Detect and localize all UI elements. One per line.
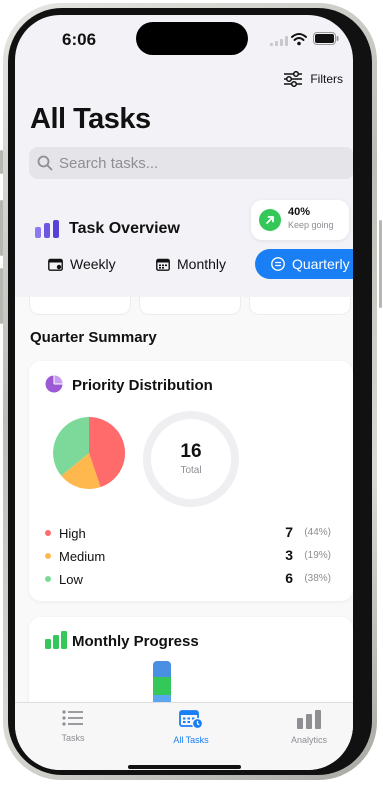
legend-name: Medium bbox=[59, 549, 106, 564]
legend-count: 6 bbox=[285, 570, 293, 586]
status-bar: 6:06 bbox=[15, 15, 353, 65]
total-ring: 16 Total bbox=[143, 411, 239, 507]
tab-tasks[interactable]: Tasks bbox=[33, 709, 113, 743]
legend-percent: (44%) bbox=[304, 527, 331, 538]
legend-count: 3 bbox=[285, 547, 293, 563]
arrow-up-right-icon bbox=[266, 216, 274, 224]
priority-distribution-card: Priority Distribution 16 Total High 7 (4… bbox=[29, 361, 353, 601]
calendar-icon bbox=[48, 258, 63, 271]
calendar-icon bbox=[156, 258, 170, 271]
period-quarterly[interactable]: Quarterly bbox=[255, 249, 353, 279]
tab-bar: Tasks All Tasks Analytics bbox=[15, 702, 353, 770]
legend-row-high: High 7 (44%) bbox=[43, 524, 339, 544]
legend-name: High bbox=[59, 526, 86, 541]
side-button-left-3 bbox=[0, 268, 3, 324]
content-scroll[interactable]: Quarter Summary Priority Distribution 16… bbox=[15, 297, 353, 717]
progress-caption: Keep going bbox=[288, 220, 334, 230]
side-button-right bbox=[379, 220, 382, 308]
stat-card-partial bbox=[139, 297, 241, 315]
legend-percent: (38%) bbox=[304, 573, 331, 584]
search-input[interactable]: Search tasks... bbox=[29, 147, 353, 179]
calendar-circle-icon bbox=[271, 257, 285, 271]
legend-count: 7 bbox=[285, 524, 293, 540]
period-weekly-label: Weekly bbox=[70, 256, 116, 272]
bar-chart-green-icon bbox=[45, 631, 67, 649]
legend-row-medium: Medium 3 (19%) bbox=[43, 547, 339, 567]
progress-value: 40% bbox=[288, 206, 311, 218]
progress-indicator bbox=[259, 209, 281, 231]
period-monthly[interactable]: Monthly bbox=[156, 249, 226, 279]
period-monthly-label: Monthly bbox=[177, 256, 227, 272]
status-time: 6:06 bbox=[62, 30, 97, 49]
legend-percent: (19%) bbox=[304, 550, 331, 561]
tab-tasks-label: Tasks bbox=[61, 733, 85, 743]
calendar-clock-icon bbox=[179, 710, 204, 730]
stat-card-partial bbox=[249, 297, 351, 315]
list-icon bbox=[62, 710, 83, 726]
sliders-icon bbox=[284, 71, 303, 87]
search-placeholder: Search tasks... bbox=[59, 154, 159, 172]
total-value: 16 bbox=[180, 441, 202, 462]
tab-analytics[interactable]: Analytics bbox=[269, 709, 349, 745]
tab-all-tasks[interactable]: All Tasks bbox=[151, 709, 231, 745]
dynamic-island bbox=[136, 22, 248, 55]
tab-all-tasks-label: All Tasks bbox=[173, 735, 209, 745]
side-button-left-1 bbox=[0, 150, 3, 174]
bar-segment-green bbox=[153, 677, 171, 695]
quarter-summary-title: Quarter Summary bbox=[30, 329, 157, 346]
task-overview-header: Task Overview bbox=[35, 220, 180, 238]
page-title: All Tasks bbox=[30, 103, 151, 135]
search-icon bbox=[37, 155, 53, 171]
home-indicator[interactable] bbox=[128, 765, 241, 769]
priority-distribution-title: Priority Distribution bbox=[72, 377, 213, 394]
stat-card-partial bbox=[29, 297, 131, 315]
battery-icon bbox=[313, 32, 339, 45]
monthly-progress-title: Monthly Progress bbox=[72, 633, 199, 650]
period-weekly[interactable]: Weekly bbox=[48, 249, 116, 279]
filters-label: Filters bbox=[310, 72, 343, 86]
progress-card: 40% Keep going bbox=[251, 200, 349, 240]
period-quarterly-label: Quarterly bbox=[292, 256, 350, 272]
total-label: Total bbox=[180, 465, 202, 476]
tab-analytics-label: Analytics bbox=[290, 735, 327, 745]
side-button-left-2 bbox=[0, 200, 3, 256]
task-overview-title: Task Overview bbox=[69, 220, 180, 237]
signal-icon bbox=[270, 36, 288, 46]
legend-dot-medium bbox=[45, 553, 51, 559]
legend-dot-high bbox=[45, 530, 51, 536]
legend-name: Low bbox=[59, 572, 83, 587]
filters-button[interactable]: Filters bbox=[283, 71, 343, 87]
bar-chart-icon bbox=[35, 220, 59, 238]
screen: 6:06 Filters All Tasks Search tasks... T… bbox=[15, 15, 353, 770]
bar-segment-blue bbox=[153, 661, 171, 677]
legend-row-low: Low 6 (38%) bbox=[43, 570, 339, 590]
wifi-icon bbox=[291, 33, 307, 46]
chart-bars-icon bbox=[297, 710, 321, 729]
pie-chart-icon bbox=[45, 375, 63, 393]
priority-pie-chart bbox=[53, 416, 126, 489]
legend-dot-low bbox=[45, 576, 51, 582]
